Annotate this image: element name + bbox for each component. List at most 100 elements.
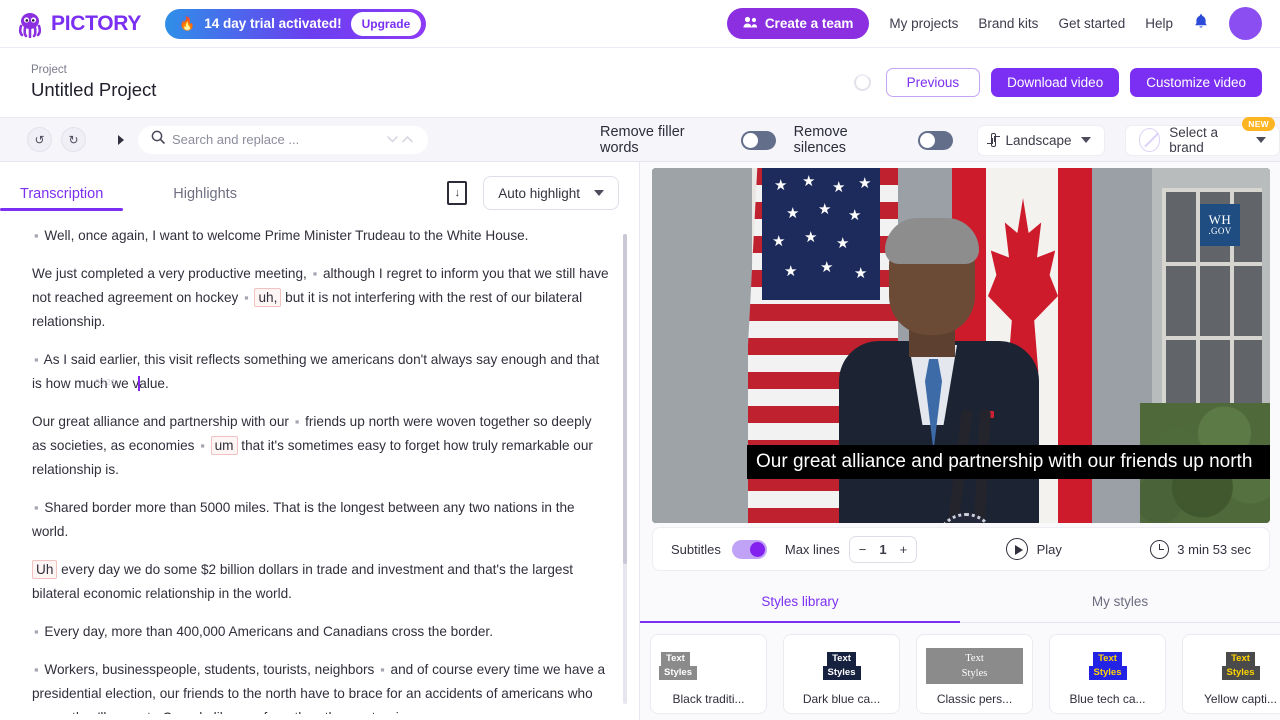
- transcript-text: Our great alliance and partnership with …: [32, 414, 289, 429]
- transcript-paragraph[interactable]: ▪ Well, once again, I want to welcome Pr…: [32, 224, 609, 248]
- transcript-paragraph[interactable]: ▪ Shared border more than 5000 miles. Th…: [32, 496, 609, 544]
- nav-link-brand-kits[interactable]: Brand kits: [978, 16, 1038, 31]
- play-button[interactable]: Play: [1005, 538, 1062, 560]
- project-header-bar: Project Untitled Project Previous Downlo…: [0, 48, 1280, 118]
- style-card-caption: Blue tech ca...: [1069, 692, 1146, 706]
- style-card[interactable]: Text Styles Classic pers...: [916, 634, 1033, 714]
- chevron-down-icon: [594, 190, 604, 196]
- subtitles-label: Subtitles: [671, 541, 721, 557]
- download-transcript-icon[interactable]: ↓: [447, 181, 468, 205]
- notification-bell-icon[interactable]: [1193, 13, 1209, 34]
- customize-video-button[interactable]: Customize video: [1130, 68, 1262, 97]
- pause-marker-icon: ▪: [244, 290, 249, 305]
- landscape-frame-icon: [987, 133, 1000, 147]
- style-card-preview-line: Text: [965, 652, 984, 664]
- transcript-paragraph[interactable]: Uh every day we do some $2 billion dolla…: [32, 558, 609, 606]
- style-card-preview: Text Styles: [822, 648, 861, 684]
- aspect-ratio-value: Landscape: [1005, 132, 1072, 148]
- create-a-team-button[interactable]: Create a team: [726, 8, 870, 39]
- transcript-scrollbar[interactable]: [623, 234, 627, 704]
- search-nav-chevrons[interactable]: [387, 135, 415, 144]
- duration-value: 3 min 53 sec: [1177, 541, 1251, 557]
- clock-icon: [1150, 539, 1170, 559]
- project-kicker: Project: [31, 64, 67, 76]
- style-card[interactable]: Text Styles Yellow capti...: [1182, 634, 1280, 714]
- download-video-button[interactable]: Download video: [991, 68, 1120, 97]
- max-lines-stepper[interactable]: − 1 +: [848, 535, 918, 563]
- remove-filler-words-label: Remove filler words: [600, 124, 685, 156]
- auto-highlight-dropdown[interactable]: Auto highlight: [483, 176, 619, 210]
- search-icon: [151, 130, 165, 149]
- transcript-paragraph[interactable]: ▪ Workers, businesspeople, students, tou…: [32, 658, 609, 714]
- aspect-ratio-dropdown[interactable]: Landscape: [976, 124, 1105, 156]
- transcript-paragraph[interactable]: Our great alliance and partnership with …: [32, 410, 609, 482]
- expand-panel-toggle[interactable]: [118, 134, 124, 145]
- filler-word-um[interactable]: um: [210, 436, 238, 455]
- search-and-replace-box[interactable]: [138, 125, 428, 154]
- max-lines-increment[interactable]: +: [891, 542, 917, 557]
- nav-right-group: Create a team My projects Brand kits Get…: [726, 7, 1262, 40]
- whitehouse-watermark: WH .GOV: [1200, 204, 1240, 246]
- redo-button[interactable]: ↻: [61, 127, 86, 152]
- transcript-text: We just completed a very productive meet…: [32, 266, 307, 281]
- app-logo[interactable]: PICTORY: [16, 10, 141, 38]
- style-card[interactable]: Text Styles Dark blue ca...: [783, 634, 900, 714]
- filler-word-uh[interactable]: uh,: [254, 288, 282, 307]
- player-controls: Subtitles Max lines − 1 + Play 3 min 53 …: [652, 527, 1270, 571]
- user-avatar[interactable]: [1229, 7, 1262, 40]
- style-card-preview: Text Styles: [1088, 648, 1127, 684]
- transcript-tab-actions: ↓ Auto highlight: [447, 176, 619, 210]
- style-card[interactable]: Text Styles Blue tech ca...: [1049, 634, 1166, 714]
- style-card-caption: Black traditi...: [672, 692, 745, 706]
- toolbar-options-group: Remove filler words Remove silences Land…: [600, 116, 1280, 162]
- trial-text: 14 day trial activated!: [204, 16, 342, 31]
- upgrade-button[interactable]: Upgrade: [350, 11, 422, 36]
- remove-filler-words-toggle[interactable]: [740, 130, 776, 150]
- undo-button[interactable]: ↺: [27, 127, 52, 152]
- word-timestamp: 00:24: [95, 378, 116, 387]
- search-input[interactable]: [172, 132, 380, 147]
- transcript-text: every day we do some $2 billion dollars …: [32, 562, 574, 601]
- pause-marker-icon: ▪: [294, 414, 300, 429]
- nav-link-my-projects[interactable]: My projects: [889, 16, 958, 31]
- tab-styles-library[interactable]: Styles library: [640, 582, 960, 623]
- watermark-line-1: WH: [1208, 212, 1232, 228]
- project-title-block: Project Untitled Project: [31, 64, 156, 101]
- style-card-preview-line: Text: [1226, 652, 1255, 666]
- brand-select-dropdown[interactable]: Select a brand NEW: [1124, 116, 1280, 156]
- chevron-down-icon: [1256, 137, 1266, 143]
- tab-transcription[interactable]: Transcription: [0, 186, 124, 211]
- max-lines-value: 1: [879, 541, 887, 557]
- transcript-tabs: Transcription Highlights ↓ Auto highligh…: [0, 162, 639, 224]
- nav-link-help[interactable]: Help: [1145, 16, 1173, 31]
- transcript-paragraph[interactable]: ▪ Every day, more than 400,000 Americans…: [32, 620, 609, 644]
- max-lines-decrement[interactable]: −: [850, 542, 876, 557]
- subtitles-toggle[interactable]: [731, 539, 767, 559]
- style-card[interactable]: Text Styles Black traditi...: [650, 634, 767, 714]
- video-preview[interactable]: ★ ★ ★ ★ ★ ★ ★ ★ ★ ★ ★ ★ ★ WH .GOV Our gr…: [652, 168, 1270, 523]
- nav-link-get-started[interactable]: Get started: [1058, 16, 1125, 31]
- auto-highlight-label: Auto highlight: [498, 185, 580, 201]
- brand-select-value: Select a brand: [1169, 125, 1218, 155]
- transcript-paragraph[interactable]: ▪ As I said earlier, this visit reflects…: [32, 348, 609, 396]
- transcript-text: alue.: [139, 376, 169, 391]
- tab-my-styles[interactable]: My styles: [960, 582, 1280, 622]
- filler-word-uh[interactable]: Uh: [32, 560, 58, 579]
- transcript-paragraph[interactable]: We just completed a very productive meet…: [32, 262, 609, 334]
- video-subtitle-overlay: Our great alliance and partnership with …: [747, 445, 1270, 479]
- transcript-body[interactable]: ▪ Well, once again, I want to welcome Pr…: [0, 224, 639, 714]
- watermark-line-2: .GOV: [1208, 226, 1232, 237]
- previous-button[interactable]: Previous: [885, 68, 981, 97]
- tab-highlights[interactable]: Highlights: [173, 186, 237, 211]
- transcript-text: Well, once again, I want to welcome Prim…: [44, 228, 529, 243]
- pause-marker-icon: ▪: [200, 438, 205, 453]
- style-card-preview-line: Styles: [1088, 666, 1127, 680]
- pause-marker-icon: ▪: [34, 624, 39, 639]
- pause-marker-icon: ▪: [34, 352, 39, 367]
- duration-display: 3 min 53 sec: [1150, 539, 1251, 559]
- remove-silences-toggle[interactable]: [917, 130, 953, 150]
- transcript-text: Workers, businesspeople, students, touri…: [44, 662, 375, 677]
- page-title[interactable]: Untitled Project: [31, 79, 156, 101]
- pause-marker-icon: ▪: [34, 662, 39, 677]
- styles-tabs: Styles library My styles: [640, 582, 1280, 623]
